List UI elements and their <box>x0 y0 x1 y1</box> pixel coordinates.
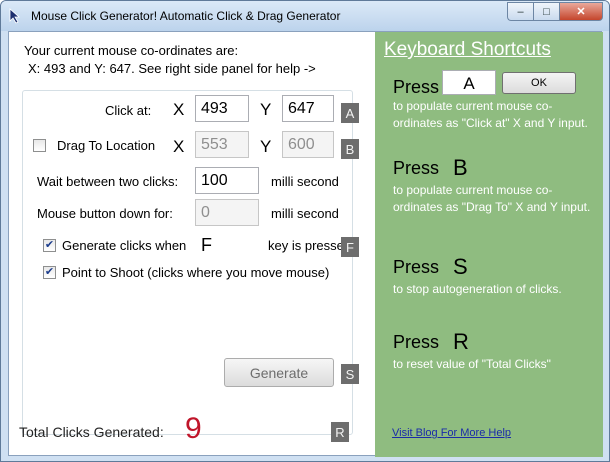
shortcut-key-input[interactable] <box>442 70 496 95</box>
maximize-button[interactable]: □ <box>533 2 559 21</box>
click-at-label: Click at: <box>105 103 152 118</box>
button-down-unit: milli second <box>271 206 339 221</box>
window-title: Mouse Click Generator! Automatic Click &… <box>31 9 341 23</box>
total-clicks-label: Total Clicks Generated: <box>19 424 164 440</box>
coordinates-info: Your current mouse co-ordinates are: X: … <box>24 42 316 78</box>
drag-to-location-checkbox[interactable] <box>33 139 46 152</box>
info-line-1: Your current mouse co-ordinates are: <box>24 43 239 58</box>
shortcut-key-s-badge: S <box>341 364 359 384</box>
point-to-shoot-label: Point to Shoot (clicks where you move mo… <box>62 265 330 280</box>
title-bar[interactable]: Mouse Click Generator! Automatic Click &… <box>1 1 609 31</box>
press-label-s: Press <box>393 257 440 277</box>
cursor-icon <box>9 8 21 24</box>
wait-label: Wait between two clicks: <box>37 174 179 189</box>
press-label-r: Press <box>393 332 440 352</box>
shortcut-a-desc: to populate current mouse co-ordinates a… <box>393 99 588 130</box>
minimize-button[interactable]: – <box>507 2 533 21</box>
shortcut-key-b-badge: B <box>341 139 359 159</box>
generate-button[interactable]: Generate <box>224 358 334 387</box>
checkmark-icon: ✔ <box>44 239 55 251</box>
close-button[interactable]: ✕ <box>559 2 603 21</box>
generate-on-key-checkbox[interactable]: ✔ <box>43 239 56 252</box>
shortcut-s-desc: to stop autogeneration of clicks. <box>393 282 562 296</box>
visit-blog-link[interactable]: Visit Blog For More Help <box>392 427 511 439</box>
close-icon: ✕ <box>576 6 586 18</box>
button-down-label: Mouse button down for: <box>37 206 173 221</box>
generate-key-letter: F <box>201 235 212 255</box>
drag-x-input[interactable] <box>195 131 249 158</box>
click-at-y-input[interactable] <box>282 95 334 122</box>
info-line-2: X: 493 and Y: 647. See right side panel … <box>28 61 316 76</box>
button-down-input[interactable] <box>195 199 259 226</box>
checkmark-icon: ✔ <box>44 266 55 278</box>
shortcut-key-f-badge: F <box>341 237 359 257</box>
window-controls: – □ ✕ <box>507 2 603 21</box>
drag-to-location-label: Drag To Location <box>57 138 156 153</box>
total-clicks-value: 9 <box>185 412 202 445</box>
wait-input[interactable] <box>195 167 259 194</box>
ok-button[interactable]: OK <box>502 72 576 94</box>
shortcut-key-r-badge: R <box>331 422 349 442</box>
press-label-a: Press <box>393 77 440 97</box>
drag-y-label: Y <box>260 137 272 156</box>
shortcuts-title: Keyboard Shortcuts <box>384 39 551 60</box>
shortcut-r-key: R <box>453 329 469 354</box>
app-window: Mouse Click Generator! Automatic Click &… <box>0 0 610 462</box>
drag-y-input[interactable] <box>282 131 334 158</box>
drag-x-label: X <box>173 137 185 156</box>
shortcut-r-desc: to reset value of "Total Clicks" <box>393 357 551 371</box>
shortcut-b-desc: to populate current mouse co-ordinates a… <box>393 183 591 214</box>
settings-group: Click at: X Y A Drag To Location X Y B W… <box>22 90 359 435</box>
maximize-icon: □ <box>543 5 550 18</box>
generate-on-key-label: Generate clicks when <box>62 238 187 253</box>
client-area: Your current mouse co-ordinates are: X: … <box>8 31 603 457</box>
shortcut-key-a-badge: A <box>341 103 359 123</box>
minimize-icon: – <box>517 5 524 18</box>
point-to-shoot-checkbox[interactable]: ✔ <box>43 266 56 279</box>
click-at-y-label: Y <box>260 100 272 119</box>
generate-on-key-suffix: key is pressed <box>268 238 352 253</box>
shortcut-s-key: S <box>453 254 468 279</box>
keyboard-shortcuts-panel: Keyboard Shortcuts Press OK to populate … <box>375 32 603 457</box>
click-at-x-input[interactable] <box>195 95 249 122</box>
wait-unit: milli second <box>271 174 339 189</box>
shortcut-b-key: B <box>453 155 468 180</box>
press-label-b: Press <box>393 158 440 178</box>
click-at-x-label: X <box>173 100 185 119</box>
